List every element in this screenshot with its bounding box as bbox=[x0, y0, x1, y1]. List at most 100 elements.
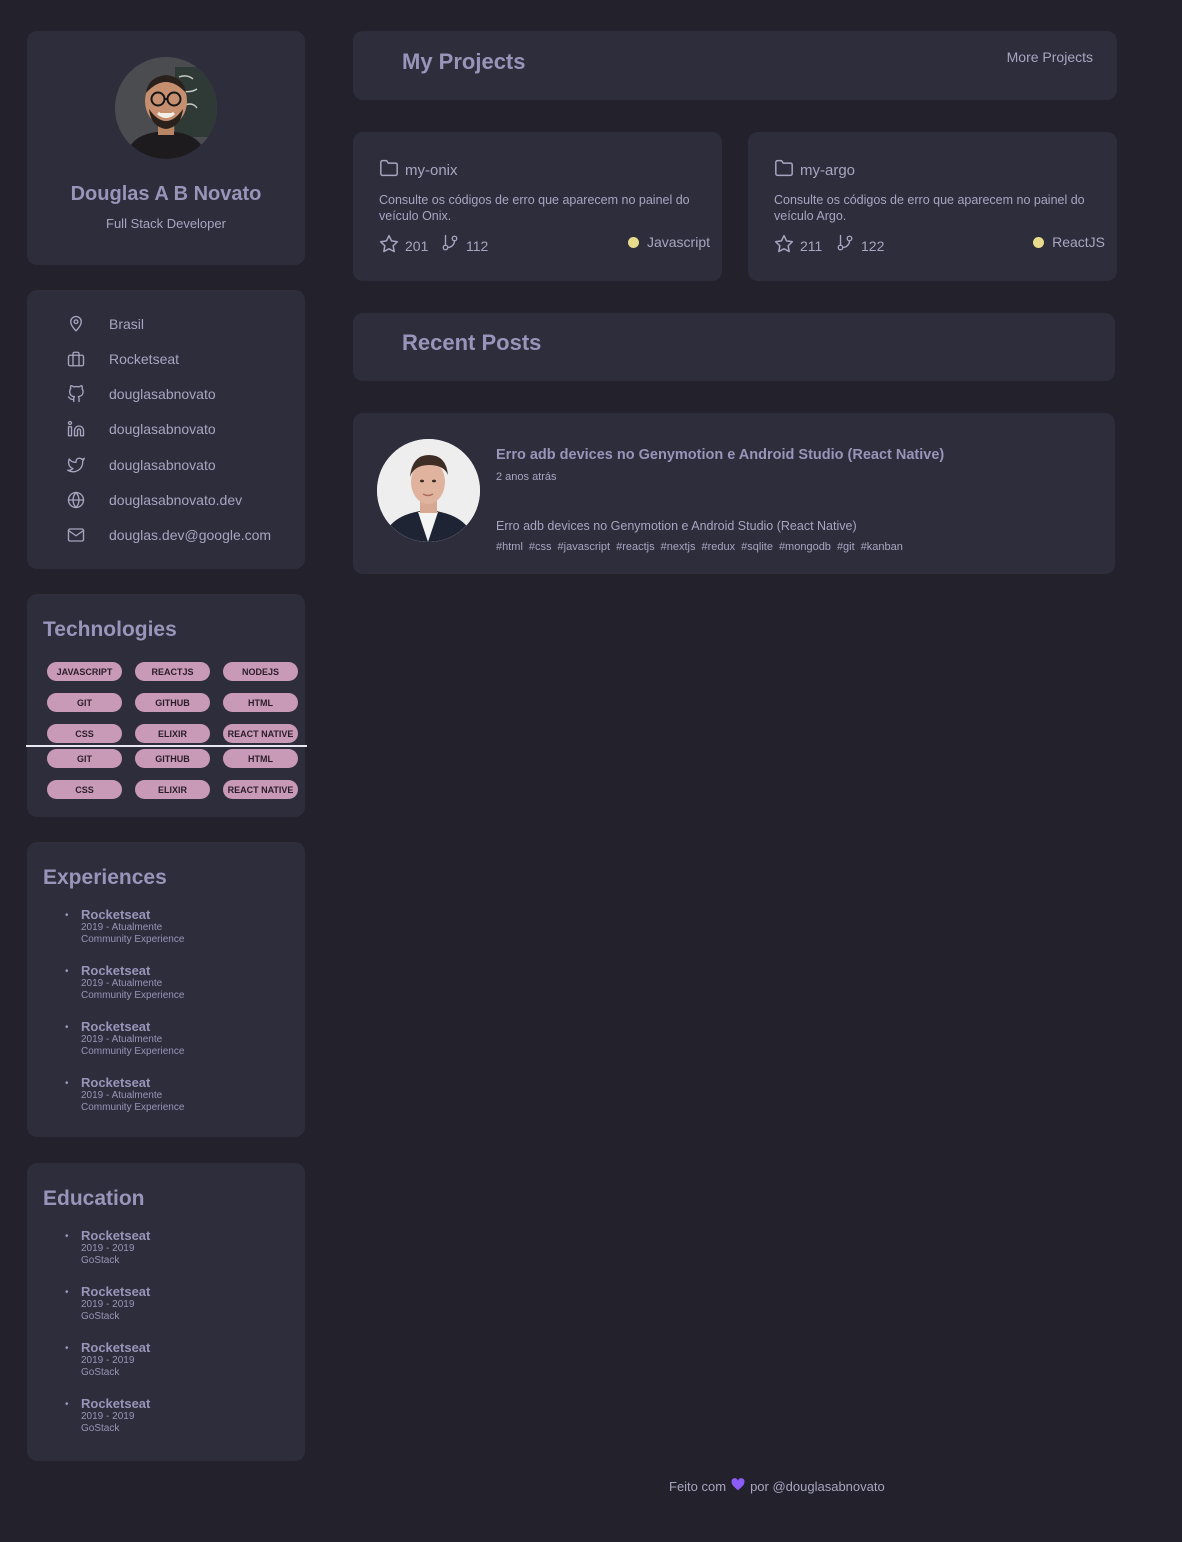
contact-location: Brasil bbox=[65, 312, 144, 336]
tech-tag: ELIXIR bbox=[135, 780, 210, 799]
footer: Feito com por @douglasabnovato bbox=[669, 1478, 885, 1494]
experience-org: Rocketseat bbox=[81, 963, 151, 978]
technologies-divider bbox=[26, 745, 307, 747]
github-icon bbox=[65, 383, 87, 405]
post-tag: #mongodb bbox=[778, 541, 831, 553]
education-org: Rocketseat bbox=[81, 1228, 151, 1243]
folder-icon bbox=[379, 159, 399, 182]
contact-company: Rocketseat bbox=[65, 347, 179, 371]
more-projects-link[interactable]: More Projects bbox=[1007, 49, 1093, 65]
contact-twitter-label: douglasabnovato bbox=[109, 457, 216, 473]
repo-language: Javascript bbox=[627, 234, 710, 250]
education-card: Education • Rocketseat 2019 - 2019 GoSta… bbox=[27, 1163, 305, 1461]
education-org: Rocketseat bbox=[81, 1340, 151, 1355]
mail-icon bbox=[65, 524, 87, 546]
repo-card[interactable]: my-argo Consulte os códigos de erro que … bbox=[748, 132, 1117, 281]
experience-period: 2019 - Atualmente bbox=[81, 1034, 163, 1045]
star-icon bbox=[774, 234, 794, 259]
briefcase-icon bbox=[65, 348, 87, 370]
bullet-icon: • bbox=[65, 1343, 69, 1354]
globe-icon bbox=[65, 489, 87, 511]
contact-website[interactable]: douglasabnovato.dev bbox=[65, 488, 242, 512]
repo-language-label: ReactJS bbox=[1052, 234, 1105, 250]
experience-org: Rocketseat bbox=[81, 907, 151, 922]
education-title: Education bbox=[43, 1187, 145, 1210]
post-tag: #git bbox=[836, 541, 855, 553]
education-period: 2019 - 2019 bbox=[81, 1243, 135, 1254]
experience-desc: Community Experience bbox=[81, 1102, 185, 1113]
repo-name[interactable]: my-onix bbox=[405, 162, 458, 179]
bullet-icon: • bbox=[65, 1287, 69, 1298]
experience-org: Rocketseat bbox=[81, 1075, 151, 1090]
tech-tag: HTML bbox=[223, 693, 298, 712]
profile-role: Full Stack Developer bbox=[106, 216, 226, 231]
posts-header: Recent Posts bbox=[353, 313, 1115, 381]
repo-stars: 211 bbox=[800, 238, 823, 254]
linkedin-icon bbox=[65, 418, 87, 440]
post-tag: #reactjs bbox=[616, 541, 655, 553]
tech-tag: GITHUB bbox=[135, 749, 210, 768]
projects-header: My Projects More Projects bbox=[353, 31, 1117, 100]
post-card[interactable]: Erro adb devices no Genymotion e Android… bbox=[353, 413, 1115, 574]
map-pin-icon bbox=[65, 313, 87, 335]
repo-stars: 201 bbox=[405, 238, 429, 254]
star-icon bbox=[379, 234, 399, 259]
post-tag: #kanban bbox=[860, 541, 903, 553]
contact-email[interactable]: douglas.dev@google.com bbox=[65, 523, 271, 547]
tech-tag: NODEJS bbox=[223, 662, 298, 681]
post-tag: #redux bbox=[701, 541, 736, 553]
folder-icon bbox=[774, 159, 794, 182]
projects-title: My Projects bbox=[402, 49, 526, 74]
post-tag: #html bbox=[496, 541, 523, 553]
bullet-icon: • bbox=[65, 966, 69, 977]
experience-period: 2019 - Atualmente bbox=[81, 1090, 163, 1101]
avatar-image bbox=[115, 57, 217, 159]
education-org: Rocketseat bbox=[81, 1396, 151, 1411]
repo-forks: 112 bbox=[466, 238, 489, 254]
tech-tag: GIT bbox=[47, 749, 122, 768]
profile-name: Douglas A B Novato bbox=[70, 183, 262, 205]
education-desc: GoStack bbox=[81, 1423, 120, 1434]
language-dot-icon bbox=[1033, 236, 1045, 248]
bullet-icon: • bbox=[65, 1078, 69, 1089]
technologies-title: Technologies bbox=[43, 618, 177, 641]
post-image bbox=[377, 439, 480, 542]
education-desc: GoStack bbox=[81, 1255, 120, 1266]
experience-period: 2019 - Atualmente bbox=[81, 978, 163, 989]
fork-icon bbox=[836, 233, 854, 258]
repo-card[interactable]: my-onix Consulte os códigos de erro que … bbox=[353, 132, 722, 281]
language-dot-icon bbox=[627, 236, 639, 248]
education-period: 2019 - 2019 bbox=[81, 1355, 135, 1366]
experiences-title: Experiences bbox=[43, 866, 167, 889]
repo-name[interactable]: my-argo bbox=[800, 162, 855, 179]
bullet-icon: • bbox=[65, 910, 69, 921]
contact-twitter[interactable]: douglasabnovato bbox=[65, 453, 216, 477]
repo-language: ReactJS bbox=[1033, 234, 1105, 250]
tech-tag: HTML bbox=[223, 749, 298, 768]
post-tag: #javascript bbox=[557, 541, 611, 553]
contact-github[interactable]: douglasabnovato bbox=[65, 382, 216, 406]
tech-tag: REACTJS bbox=[135, 662, 210, 681]
experience-desc: Community Experience bbox=[81, 1046, 185, 1057]
experience-desc: Community Experience bbox=[81, 990, 185, 1001]
education-period: 2019 - 2019 bbox=[81, 1299, 135, 1310]
contact-github-label: douglasabnovato bbox=[109, 386, 216, 402]
repo-language-label: Javascript bbox=[646, 234, 710, 250]
repo-forks: 122 bbox=[861, 238, 885, 254]
contact-website-label: douglasabnovato.dev bbox=[109, 492, 243, 508]
contact-company-label: Rocketseat bbox=[109, 351, 180, 367]
education-desc: GoStack bbox=[81, 1367, 120, 1378]
profile-card: Douglas A B Novato Full Stack Developer bbox=[27, 31, 305, 265]
post-tags: #html #css #javascript #reactjs #nextjs … bbox=[496, 541, 903, 553]
tech-tag: REACT NATIVE bbox=[223, 724, 298, 743]
experiences-card: Experiences • Rocketseat 2019 - Atualmen… bbox=[27, 842, 305, 1137]
footer-suffix[interactable]: por @douglasabnovato bbox=[750, 1479, 885, 1494]
tech-tag: JAVASCRIPT bbox=[47, 662, 122, 681]
tech-tag: CSS bbox=[47, 780, 122, 799]
tech-tag: REACT NATIVE bbox=[223, 780, 298, 799]
post-title[interactable]: Erro adb devices no Genymotion e Android… bbox=[496, 447, 944, 463]
contact-linkedin-label: douglasabnovato bbox=[109, 421, 216, 437]
profile-avatar bbox=[115, 57, 217, 159]
contact-linkedin[interactable]: douglasabnovato bbox=[65, 417, 216, 441]
footer-prefix: Feito com bbox=[669, 1478, 727, 1494]
